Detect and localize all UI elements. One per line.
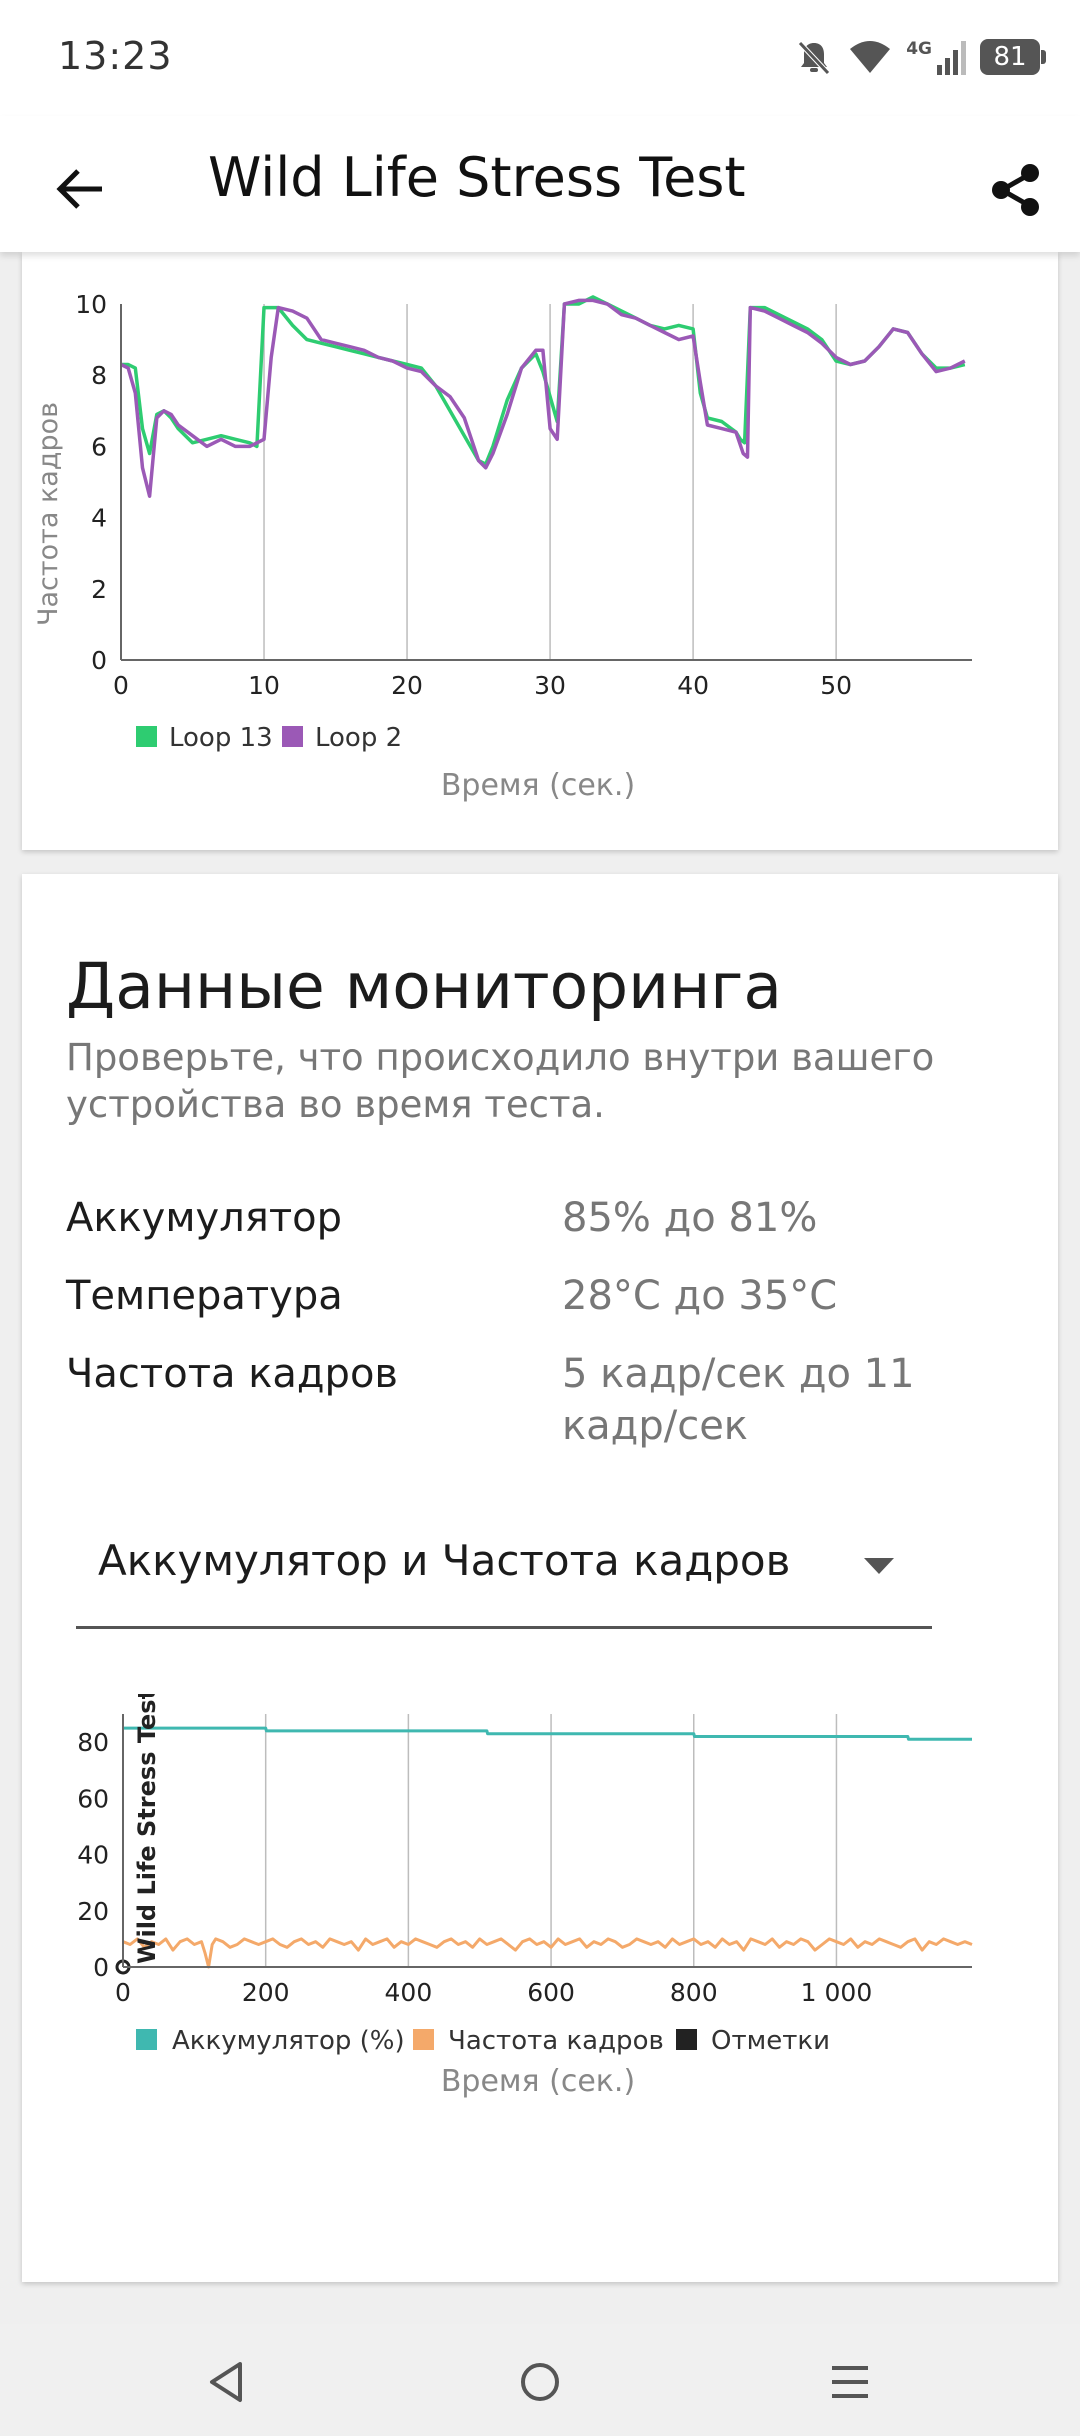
monitoring-line-chart: 0 200 400 600 800 1 000 0 20 40 60 80 Wild Life St… <box>77 1694 973 2099</box>
monitoring-title: Данные мониторинга <box>66 950 783 1023</box>
wifi-icon <box>850 41 891 73</box>
x-tick-label: 10 <box>248 671 280 700</box>
marker-label: Wild Life Stress Test <box>133 1694 161 1964</box>
status-bar: 13:23 4G 81 <box>0 0 1080 116</box>
legend: Аккумулятор (%) Частота кадров Отметки <box>136 2026 830 2056</box>
y-axis-label: Частота кадров <box>33 402 64 626</box>
status-time: 13:23 <box>58 34 173 78</box>
stat-label: Температура <box>66 1273 343 1319</box>
y-tick-label: 4 <box>91 504 107 533</box>
x-tick-label: 0 <box>115 1978 131 2007</box>
series-line-1 <box>122 1937 973 1969</box>
y-tick-label: 0 <box>91 646 107 675</box>
legend-label-battery: Аккумулятор (%) <box>172 2026 405 2056</box>
nav-menu-icon <box>832 2366 868 2398</box>
system-nav-bar <box>0 2324 1080 2436</box>
x-axis-label: Время (сек.) <box>441 2064 635 2099</box>
x-tick-label: 800 <box>670 1978 718 2007</box>
page-title: Wild Life Stress Test <box>208 146 746 209</box>
legend-label-loop2: Loop 2 <box>315 723 402 753</box>
y-tick-label: 80 <box>77 1728 109 1757</box>
battery-level: 81 <box>993 42 1027 72</box>
x-tick-label: 1 000 <box>801 1978 873 2007</box>
y-tick-label: 10 <box>75 290 107 319</box>
x-tick-label: 400 <box>385 1978 433 2007</box>
legend-label-loop13: Loop 13 <box>169 723 273 753</box>
y-tick-label: 8 <box>91 361 107 390</box>
y-tick-label: 0 <box>93 1953 109 1982</box>
network-type-label: 4G <box>906 39 932 59</box>
fps-line-chart: 0 10 20 30 40 50 0 2 4 6 8 10 Частота кадров Loop 1… <box>33 290 972 803</box>
nav-back-icon <box>210 2362 242 2402</box>
y-tick-label: 40 <box>77 1841 109 1870</box>
nav-back-button[interactable] <box>186 2352 266 2412</box>
x-tick-label: 600 <box>527 1978 575 2007</box>
y-tick-label: 60 <box>77 1784 109 1813</box>
legend-swatch-marks <box>676 2029 697 2050</box>
y-tick-label: 2 <box>91 575 107 604</box>
legend-swatch-framerate <box>413 2029 434 2050</box>
series-line-0 <box>123 1726 972 1741</box>
legend-swatch-battery <box>136 2029 157 2050</box>
y-tick-label: 6 <box>91 432 107 461</box>
share-icon <box>992 164 1039 216</box>
stat-value: 28°C до 35°C <box>562 1273 838 1319</box>
share-button[interactable] <box>976 152 1056 228</box>
dropdown-selected-value: Аккумулятор и Частота кадров <box>98 1536 791 1585</box>
legend-swatch-loop13 <box>136 726 157 747</box>
x-tick-label: 200 <box>242 1978 290 2007</box>
legend: Loop 13 Loop 2 <box>136 723 402 753</box>
bell-off-icon <box>798 41 831 75</box>
monitoring-card: Данные мониторинга Проверьте, что происх… <box>22 874 1058 2282</box>
monitoring-subtitle: Проверьте, что происходило внутри вашего… <box>66 1036 935 1126</box>
arrow-left-icon <box>56 169 102 209</box>
legend-label-framerate: Частота кадров <box>448 2026 664 2056</box>
signal-icon <box>937 41 966 75</box>
chart-type-dropdown[interactable]: Аккумулятор и Частота кадров <box>76 1514 932 1629</box>
stat-value: 5 кадр/сек до 11 кадр/сек <box>562 1351 915 1449</box>
x-tick-label: 20 <box>391 671 423 700</box>
y-tick-label: 20 <box>77 1897 109 1926</box>
x-tick-label: 0 <box>113 671 129 700</box>
stat-label: Аккумулятор <box>66 1195 342 1241</box>
fps-chart-card: 0 10 20 30 40 50 0 2 4 6 8 10 Частота кадров Loop 1… <box>22 252 1058 850</box>
nav-menu-button[interactable] <box>810 2352 890 2412</box>
legend-label-marks: Отметки <box>711 2026 830 2056</box>
stat-value: 85% до 81% <box>562 1195 818 1241</box>
nav-home-icon <box>521 2363 559 2401</box>
series-line-1 <box>120 298 966 498</box>
stat-label: Частота кадров <box>66 1351 398 1397</box>
x-axis-label: Время (сек.) <box>441 768 635 803</box>
dropdown-arrow-icon <box>864 1558 894 1574</box>
app-bar: Wild Life Stress Test <box>0 116 1080 252</box>
series-line-0 <box>121 295 966 466</box>
legend-swatch-loop2 <box>282 726 303 747</box>
x-tick-label: 40 <box>677 671 709 700</box>
battery-icon: 81 <box>980 39 1046 75</box>
nav-home-button[interactable] <box>500 2352 580 2412</box>
x-tick-label: 50 <box>820 671 852 700</box>
status-icons: 4G 81 <box>794 34 1046 80</box>
back-button[interactable] <box>40 154 120 224</box>
x-tick-label: 30 <box>534 671 566 700</box>
